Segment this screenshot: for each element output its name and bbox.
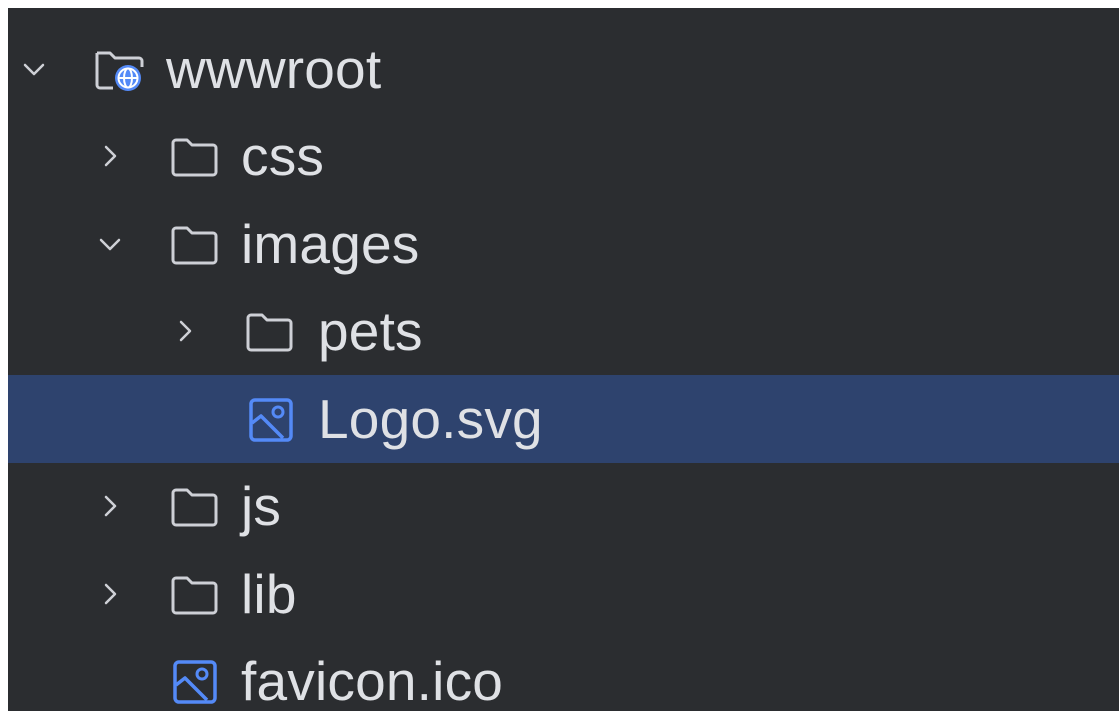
tree-item-js[interactable]: js — [8, 463, 1119, 551]
tree-item-label: css — [241, 125, 325, 188]
web-folder-icon — [93, 47, 145, 93]
tree-item-label: Logo.svg — [318, 387, 543, 450]
tree-item-label: lib — [241, 562, 297, 625]
tree-item-pets[interactable]: pets — [8, 288, 1119, 376]
folder-icon — [169, 222, 221, 268]
folder-icon — [244, 309, 296, 355]
project-tree: wwwroot css images pets Logo.svg js lib … — [8, 25, 1119, 711]
chevron-down-icon[interactable] — [20, 55, 48, 83]
tree-item-images[interactable]: images — [8, 200, 1119, 288]
tree-item-lib[interactable]: lib — [8, 550, 1119, 638]
tree-item-label: favicon.ico — [241, 650, 504, 711]
tree-item-favicon-ico[interactable]: favicon.ico — [8, 638, 1119, 711]
image-file-icon — [246, 397, 298, 443]
folder-icon — [169, 484, 221, 530]
chevron-right-icon[interactable] — [96, 580, 124, 608]
chevron-down-icon[interactable] — [96, 230, 124, 258]
tree-item-label: pets — [318, 300, 423, 363]
tree-item-label: wwwroot — [166, 37, 382, 100]
tree-item-label: images — [241, 212, 420, 275]
image-file-icon — [170, 659, 222, 705]
tree-item-label: js — [241, 475, 282, 538]
chevron-right-icon[interactable] — [96, 142, 124, 170]
folder-icon — [169, 134, 221, 180]
folder-icon — [169, 572, 221, 618]
chevron-right-icon[interactable] — [96, 492, 124, 520]
tree-item-logo-svg[interactable]: Logo.svg — [8, 375, 1119, 463]
tree-item-wwwroot[interactable]: wwwroot — [8, 25, 1119, 113]
tree-item-css[interactable]: css — [8, 113, 1119, 201]
chevron-right-icon[interactable] — [171, 317, 199, 345]
